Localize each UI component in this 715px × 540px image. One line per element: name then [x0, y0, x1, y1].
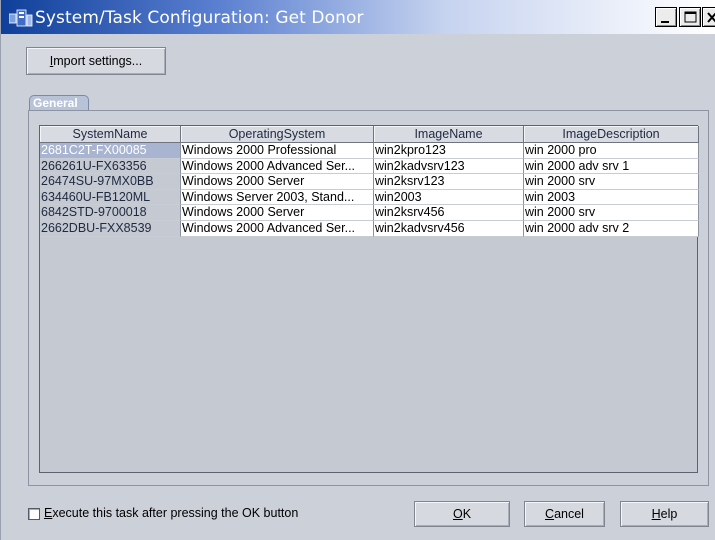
- tab-general[interactable]: General: [29, 95, 89, 111]
- table-row[interactable]: 6842STD-9700018 Windows 2000 Server win2…: [40, 205, 699, 221]
- close-icon: [707, 12, 715, 23]
- column-header-imagedescription[interactable]: ImageDescription: [524, 126, 699, 143]
- execute-label-text: xecute this task after pressing the OK b…: [52, 506, 299, 520]
- table-body: 2681C2T-FX00085 Windows 2000 Professiona…: [40, 143, 699, 237]
- cancel-mnemonic: C: [545, 507, 555, 521]
- execute-after-ok-checkbox[interactable]: [28, 508, 40, 520]
- cell-operatingsystem: Windows 2000 Server: [181, 205, 374, 221]
- ok-button[interactable]: OK: [414, 501, 510, 527]
- cell-systemname: 266261U-FX63356: [40, 158, 181, 175]
- ok-label: K: [462, 507, 472, 521]
- column-header-imagename[interactable]: ImageName: [374, 126, 524, 143]
- window-title: System/Task Configuration: Get Donor: [35, 8, 364, 28]
- cell-imagedescription: win 2000 pro: [524, 143, 699, 159]
- cell-operatingsystem: Windows 2000 Professional: [181, 143, 374, 159]
- cell-imagedescription: win 2000 adv srv 2: [524, 220, 699, 237]
- title-bar[interactable]: System/Task Configuration: Get Donor: [1, 0, 715, 34]
- cell-systemname: 634460U-FB120ML: [40, 189, 181, 206]
- cell-imagename: win2ksrv123: [374, 174, 524, 190]
- cell-systemname: 2681C2T-FX00085: [40, 143, 181, 159]
- cell-imagedescription: win 2000 srv: [524, 174, 699, 190]
- cell-systemname: 2662DBU-FXX8539: [40, 220, 181, 237]
- cell-imagedescription: win 2000 srv: [524, 205, 699, 221]
- dialog-window: System/Task Configuration: Get Donor Imp…: [0, 0, 715, 540]
- import-label: mport settings...: [53, 54, 143, 68]
- systems-table: SystemName OperatingSystem ImageName Ima…: [39, 125, 699, 473]
- table-row[interactable]: 2681C2T-FX00085 Windows 2000 Professiona…: [40, 143, 699, 159]
- minimize-icon: [661, 21, 669, 23]
- maximize-button[interactable]: [679, 7, 701, 27]
- ok-mnemonic: O: [452, 507, 463, 521]
- table-row[interactable]: 26474SU-97MX0BB Windows 2000 Server win2…: [40, 174, 699, 190]
- execute-after-ok-label[interactable]: Execute this task after pressing the OK …: [44, 506, 298, 520]
- cell-operatingsystem: Windows 2000 Advanced Ser...: [181, 158, 374, 175]
- import-settings-button[interactable]: Import settings...: [26, 47, 166, 75]
- cell-operatingsystem: Windows 2000 Advanced Ser...: [181, 220, 374, 237]
- cell-systemname: 6842STD-9700018: [40, 205, 181, 221]
- cell-systemname: 26474SU-97MX0BB: [40, 174, 181, 190]
- cell-imagedescription: win 2000 adv srv 1: [524, 158, 699, 175]
- column-header-systemname[interactable]: SystemName: [40, 126, 181, 143]
- help-button[interactable]: Help: [620, 501, 709, 527]
- column-header-operatingsystem[interactable]: OperatingSystem: [181, 126, 374, 143]
- cell-imagename: win2kpro123: [374, 143, 524, 159]
- close-button[interactable]: [702, 7, 715, 27]
- table-row[interactable]: 266261U-FX63356 Windows 2000 Advanced Se…: [40, 158, 699, 175]
- cancel-button[interactable]: Cancel: [524, 501, 605, 527]
- cell-imagename: win2kadvsrv123: [374, 158, 524, 175]
- help-label: elp: [660, 507, 678, 521]
- cell-imagename: win2003: [374, 189, 524, 206]
- help-mnemonic: H: [651, 507, 661, 521]
- table-row[interactable]: 634460U-FB120ML Windows Server 2003, Sta…: [40, 189, 699, 206]
- table-header: SystemName OperatingSystem ImageName Ima…: [40, 126, 699, 143]
- cancel-label: ancel: [554, 507, 584, 521]
- cell-operatingsystem: Windows 2000 Server: [181, 174, 374, 190]
- cell-imagedescription: win 2003: [524, 189, 699, 206]
- cell-imagename: win2kadvsrv456: [374, 220, 524, 237]
- app-icon: [9, 9, 33, 27]
- minimize-button[interactable]: [655, 7, 677, 27]
- cell-imagename: win2ksrv456: [374, 205, 524, 221]
- maximize-icon: [684, 11, 697, 23]
- cell-operatingsystem: Windows Server 2003, Stand...: [181, 189, 374, 206]
- table-row[interactable]: 2662DBU-FXX8539 Windows 2000 Advanced Se…: [40, 220, 699, 237]
